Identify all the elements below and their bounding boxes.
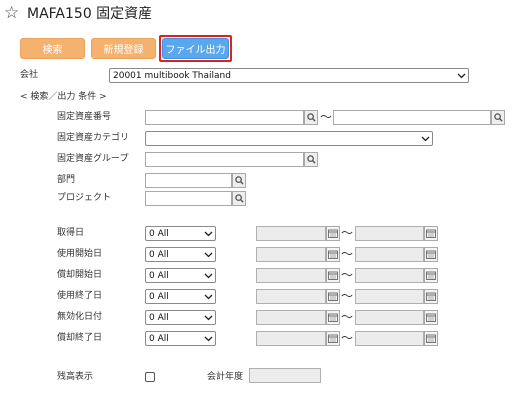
date-from-input[interactable] [256,268,326,283]
date-range-select-value: 0 All [149,333,169,344]
date-row-label: 償却終了日 [57,333,103,343]
company-select-value: 20001 multibook Thailand [113,70,231,81]
asset-number-to-input[interactable] [333,110,491,125]
new-registration-button[interactable]: 新規登録 [91,38,156,59]
search-icon[interactable] [232,191,246,206]
calendar-icon[interactable] [326,268,340,283]
chevron-down-icon [454,73,468,79]
calendar-icon[interactable] [424,247,438,262]
date-row-label: 償却開始日 [57,270,103,280]
date-row-label: 無効化日付 [57,312,103,322]
search-icon[interactable] [232,173,246,188]
date-from-input[interactable] [256,247,326,262]
range-separator: 〜 [341,331,354,345]
project-input[interactable] [145,191,232,206]
date-range-select[interactable]: 0 All [145,226,216,241]
date-to-input[interactable] [355,310,424,325]
range-separator: 〜 [341,289,354,303]
date-range-select[interactable]: 0 All [145,310,216,325]
department-label: 部門 [57,175,76,185]
asset-category-select[interactable] [145,131,433,146]
date-range-select[interactable]: 0 All [145,247,216,262]
asset-group-label: 固定資産グループ [57,154,129,164]
date-range-select[interactable]: 0 All [145,289,216,304]
date-row-label: 取得日 [57,228,85,238]
range-separator: 〜 [341,247,354,261]
date-to-input[interactable] [355,331,424,346]
search-icon[interactable] [491,110,505,125]
chevron-down-icon [201,231,215,237]
company-label: 会社 [20,70,39,80]
company-select[interactable]: 20001 multibook Thailand [109,68,469,83]
search-conditions-heading: < 検索／出力 条件 > [20,92,107,102]
date-row-label: 使用終了日 [57,291,103,301]
project-label: プロジェクト [57,193,112,203]
chevron-down-icon [201,273,215,279]
asset-category-label: 固定資産カテゴリ [57,133,130,143]
range-separator: 〜 [341,268,354,282]
chevron-down-icon [201,315,215,321]
balance-display-label: 残高表示 [57,372,94,382]
calendar-icon[interactable] [326,331,340,346]
date-to-input[interactable] [355,289,424,304]
chevron-down-icon [418,136,432,142]
export-button-highlight [159,35,232,62]
date-from-input[interactable] [256,331,326,346]
search-icon[interactable] [304,152,318,167]
date-row-label: 使用開始日 [57,249,103,259]
page-title: MAFA150 固定資産 [27,6,153,22]
calendar-icon[interactable] [424,289,438,304]
asset-number-label: 固定資産番号 [57,112,112,122]
range-separator: 〜 [341,310,354,324]
date-to-input[interactable] [355,268,424,283]
calendar-icon[interactable] [424,331,438,346]
chevron-down-icon [201,294,215,300]
balance-display-checkbox[interactable] [145,372,155,382]
fiscal-year-label: 会計年度 [207,372,244,382]
date-range-select[interactable]: 0 All [145,331,216,346]
asset-group-input[interactable] [145,152,304,167]
date-range-select[interactable]: 0 All [145,268,216,283]
date-range-select-value: 0 All [149,249,169,260]
fiscal-year-input[interactable] [249,368,321,383]
calendar-icon[interactable] [424,268,438,283]
date-from-input[interactable] [256,226,326,241]
search-button[interactable]: 検索 [20,38,85,59]
date-from-input[interactable] [256,289,326,304]
favorite-star-icon[interactable]: ☆ [4,3,19,23]
department-input[interactable] [145,173,232,188]
chevron-down-icon [201,252,215,258]
date-to-input[interactable] [355,226,424,241]
date-range-select-value: 0 All [149,312,169,323]
calendar-icon[interactable] [326,310,340,325]
search-icon[interactable] [304,110,318,125]
calendar-icon[interactable] [326,289,340,304]
date-range-select-value: 0 All [149,270,169,281]
range-separator: 〜 [341,226,354,240]
calendar-icon[interactable] [326,247,340,262]
date-to-input[interactable] [355,247,424,262]
date-range-select-value: 0 All [149,291,169,302]
calendar-icon[interactable] [326,226,340,241]
date-range-select-value: 0 All [149,228,169,239]
asset-number-from-input[interactable] [145,110,304,125]
range-separator: 〜 [320,110,333,124]
chevron-down-icon [201,336,215,342]
calendar-icon[interactable] [424,226,438,241]
date-from-input[interactable] [256,310,326,325]
calendar-icon[interactable] [424,310,438,325]
